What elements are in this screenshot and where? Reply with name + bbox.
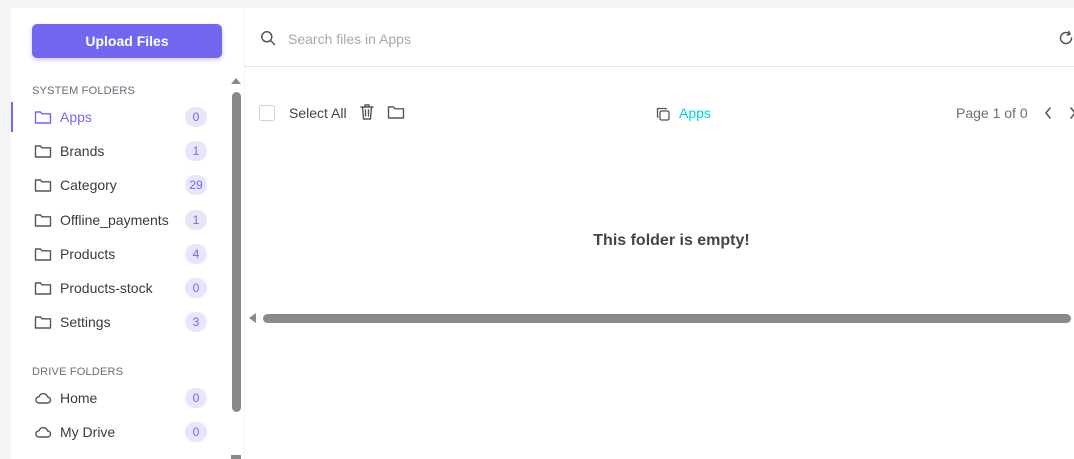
search-bar xyxy=(245,8,1074,67)
sidebar-scrollbar-thumb[interactable] xyxy=(232,92,241,412)
new-folder-icon[interactable] xyxy=(387,104,405,120)
cloud-icon xyxy=(35,427,52,438)
sidebar-item-label: Products-stock xyxy=(60,280,153,296)
sidebar-item-brands[interactable]: Brands 1 xyxy=(11,134,221,168)
select-all-checkbox[interactable] xyxy=(259,105,275,121)
sidebar-item-home[interactable]: Home 0 xyxy=(11,381,221,415)
empty-folder-message: This folder is empty! xyxy=(593,232,750,249)
copy-icon xyxy=(656,107,670,121)
sidebar-item-label: My Drive xyxy=(60,424,116,440)
folder-icon xyxy=(34,145,52,158)
sidebar-scroll-down-arrow[interactable] xyxy=(231,455,241,459)
file-browser-main: Select All Apps Page 1 of 0 This folder … xyxy=(245,8,1074,459)
sidebar-item-label: Brands xyxy=(60,143,105,159)
sidebar-item-offline-payments[interactable]: Offline_payments 1 xyxy=(11,203,221,237)
folder-icon xyxy=(34,248,52,261)
system-folders-heading: SYSTEM FOLDERS xyxy=(32,85,136,97)
folder-count-badge: 0 xyxy=(185,107,207,127)
trash-icon[interactable] xyxy=(359,103,375,121)
folder-count-badge: 1 xyxy=(185,141,207,161)
folder-count-badge: 0 xyxy=(185,388,207,408)
sidebar-item-label: Settings xyxy=(60,314,111,330)
folder-count-badge: 29 xyxy=(185,175,207,195)
pagination-info: Page 1 of 0 xyxy=(956,105,1028,121)
folder-icon xyxy=(34,214,52,227)
chevron-left-icon[interactable] xyxy=(1043,106,1053,120)
folder-count-badge: 0 xyxy=(185,278,207,298)
search-icon xyxy=(261,31,276,46)
sidebar-item-label: Category xyxy=(60,177,117,193)
breadcrumb-current-folder[interactable]: Apps xyxy=(679,105,711,121)
folder-count-badge: 0 xyxy=(185,422,207,442)
sidebar-item-settings[interactable]: Settings 3 xyxy=(11,305,221,339)
file-toolbar: Select All Apps Page 1 of 0 xyxy=(245,98,1074,128)
sidebar-item-apps[interactable]: Apps 0 xyxy=(11,100,221,134)
refresh-icon[interactable] xyxy=(1058,30,1074,46)
sidebar-item-label: Apps xyxy=(60,109,92,125)
sidebar-item-products[interactable]: Products 4 xyxy=(11,237,221,271)
sidebar-item-my-drive[interactable]: My Drive 0 xyxy=(11,415,221,449)
select-all-label[interactable]: Select All xyxy=(289,105,347,121)
cloud-icon xyxy=(35,393,52,404)
folder-icon xyxy=(34,111,52,124)
sidebar-scroll-up-arrow[interactable] xyxy=(231,78,241,84)
chevron-right-icon[interactable] xyxy=(1068,106,1074,120)
search-input[interactable] xyxy=(286,26,790,52)
sidebar-item-category[interactable]: Category 29 xyxy=(11,168,221,202)
sidebar-item-label: Offline_payments xyxy=(60,212,169,228)
folder-count-badge: 4 xyxy=(185,244,207,264)
sidebar-item-label: Products xyxy=(60,246,116,262)
folder-icon xyxy=(34,282,52,295)
drive-folders-heading: DRIVE FOLDERS xyxy=(32,366,124,378)
horizontal-scrollbar-thumb[interactable] xyxy=(263,314,1071,323)
folder-count-badge: 1 xyxy=(185,210,207,230)
sidebar-item-label: Home xyxy=(60,390,98,406)
upload-files-button[interactable]: Upload Files xyxy=(32,24,222,58)
horizontal-scroll-left-arrow[interactable] xyxy=(249,313,256,323)
sidebar-item-products-stock[interactable]: Products-stock 0 xyxy=(11,271,221,305)
folder-count-badge: 3 xyxy=(185,312,207,332)
folder-icon xyxy=(34,179,52,192)
folder-icon xyxy=(34,316,52,329)
sidebar: Upload Files SYSTEM FOLDERS Apps 0 Brand… xyxy=(11,8,244,459)
